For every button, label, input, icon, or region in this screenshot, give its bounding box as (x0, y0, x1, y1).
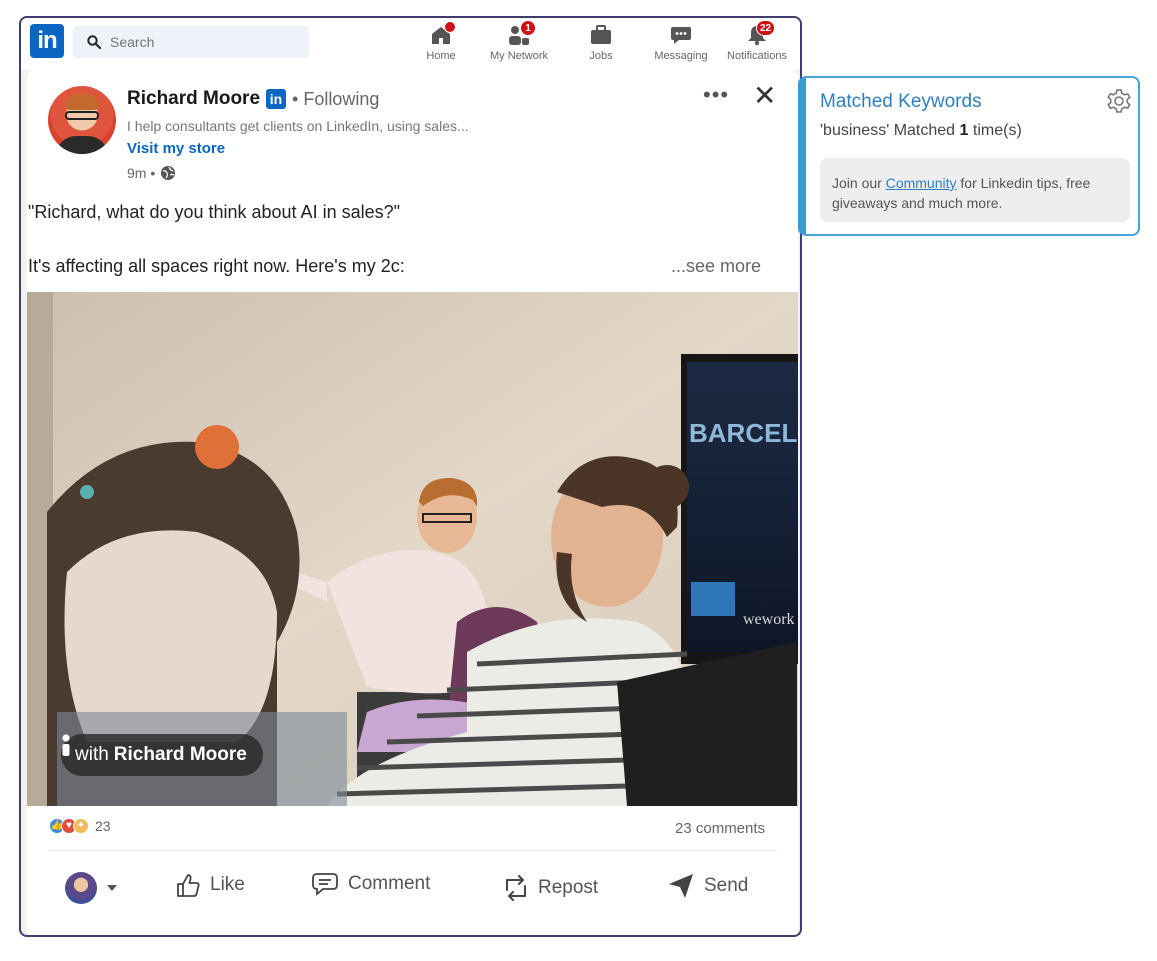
visit-store-link[interactable]: Visit my store (127, 140, 225, 157)
nav-home-label: Home (426, 50, 456, 62)
matched-keywords-panel: Matched Keywords 'business' Matched 1 ti… (798, 76, 1140, 236)
nav-my-network[interactable]: 1 My Network (483, 20, 555, 66)
message-icon (669, 24, 693, 46)
see-more-link[interactable]: ...see more (671, 256, 761, 277)
send-button[interactable]: Send (667, 872, 748, 900)
post-image[interactable]: BARCELONA wework (27, 292, 798, 806)
search-box[interactable] (73, 26, 309, 58)
close-icon[interactable]: ✕ (753, 82, 776, 110)
network-badge: 1 (520, 20, 536, 36)
network-icon: 1 (507, 20, 536, 46)
screen-text-wework: wework (743, 611, 795, 628)
comments-count[interactable]: 23 comments (675, 820, 765, 837)
insightful-reaction-icon: ✦ (73, 818, 89, 834)
keyword-match-summary: 'business' Matched 1 time(s) (820, 122, 1022, 140)
tag-name: Richard Moore (113, 744, 247, 765)
reaction-count: 23 (95, 818, 111, 834)
search-input[interactable] (110, 34, 290, 50)
post-action-bar: Like Comment Repost Send (27, 860, 798, 920)
post-text-line-2: It's affecting all spaces right now. Her… (28, 256, 405, 276)
comment-button[interactable]: Comment (311, 872, 430, 896)
author-avatar[interactable] (48, 86, 116, 154)
join-prefix: Join our (832, 175, 882, 191)
like-button[interactable]: Like (175, 872, 245, 898)
screen-text-barcelona: BARCELONA (689, 418, 798, 448)
notifications-badge: 22 (756, 20, 776, 36)
linkedin-window: in Home (19, 16, 802, 937)
more-options-icon[interactable]: ••• (703, 82, 729, 108)
nav-messaging[interactable]: Messaging (645, 24, 717, 66)
tag-prefix: with (75, 744, 109, 765)
briefcase-icon (589, 24, 613, 46)
post-timestamp: 9m • (127, 165, 176, 181)
tagged-person-pill[interactable]: with Richard Moore (61, 734, 263, 776)
linkedin-premium-icon: in (266, 89, 287, 109)
match-count: 1 (959, 122, 969, 139)
linkedin-logo[interactable]: in (30, 24, 64, 58)
comment-icon (312, 873, 338, 896)
person-icon (62, 734, 70, 756)
matched-keywords-title: Matched Keywords (820, 91, 982, 112)
like-label: Like (210, 874, 245, 895)
send-icon (669, 874, 693, 898)
caret-down-icon (107, 885, 117, 891)
nav-messaging-label: Messaging (654, 50, 708, 62)
home-notification-dot (444, 21, 456, 33)
post-text-line-1: "Richard, what do you think about AI in … (28, 202, 400, 222)
top-navigation-bar: in Home (21, 18, 800, 70)
nav-notifications-label: Notifications (727, 50, 787, 62)
nav-home[interactable]: Home (405, 21, 477, 66)
comment-label: Comment (348, 873, 431, 894)
repost-button[interactable]: Repost (503, 872, 598, 904)
repost-label: Repost (538, 877, 599, 898)
settings-gear-icon[interactable] (1106, 88, 1132, 114)
thumbs-up-icon (177, 874, 200, 897)
author-line: Richard Moore in • Following (127, 88, 379, 110)
home-icon (429, 21, 456, 46)
following-status: • Following (292, 88, 380, 109)
nav-jobs[interactable]: Jobs (565, 24, 637, 66)
user-avatar (65, 872, 97, 904)
reaction-identity-selector[interactable] (65, 872, 118, 904)
author-name[interactable]: Richard Moore (127, 88, 260, 110)
bell-icon: 22 (745, 20, 776, 46)
community-link[interactable]: Community (886, 175, 957, 191)
reactions-summary[interactable]: 👍 ♥ ✦ 23 (49, 818, 111, 834)
post-time: 9m • (127, 165, 156, 181)
repost-icon (506, 875, 526, 901)
actions-divider (49, 850, 777, 851)
search-icon (87, 35, 101, 49)
send-label: Send (704, 875, 749, 896)
match-suffix: time(s) (972, 122, 1022, 139)
matched-keyword: 'business' Matched (820, 122, 956, 139)
nav-jobs-label: Jobs (589, 50, 613, 62)
nav-my-network-label: My Network (489, 50, 549, 62)
author-headline: I help consultants get clients on Linked… (127, 118, 469, 134)
globe-icon (161, 166, 176, 180)
nav-notifications[interactable]: 22 Notifications (721, 20, 793, 66)
community-promo-box: Join our Community for Linkedin tips, fr… (820, 158, 1130, 222)
feed-post-card: Richard Moore in • Following I help cons… (27, 70, 798, 935)
meeting-photo-illustration: BARCELONA wework (27, 292, 798, 806)
